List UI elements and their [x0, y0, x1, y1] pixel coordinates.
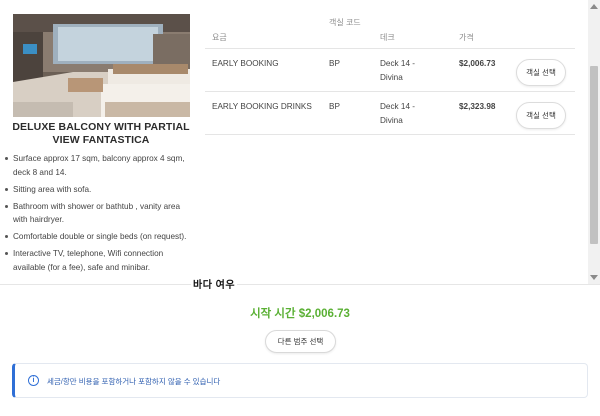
fare-name: EARLY BOOKING	[212, 59, 279, 68]
select-other-category-button[interactable]: 다른 범주 선택	[265, 330, 336, 353]
cabin-code: BP	[329, 59, 340, 68]
fare-table-header: 요금 객실 코드 데크 가격	[205, 14, 575, 49]
select-cabin-button[interactable]: 객실 선택	[516, 102, 566, 129]
deck-name: Deck 14 - Divina	[380, 102, 416, 125]
fare-price: $2,006.73	[459, 59, 496, 68]
cabin-feature-item: Surface approx 17 sqm, balcony approx 4 …	[5, 152, 195, 179]
tax-notice: i 세금/항만 비용을 포함하거나 포함하지 않을 수 있습니다	[12, 363, 588, 398]
scroll-down-arrow-icon[interactable]	[590, 275, 598, 280]
fare-name: EARLY BOOKING DRINKS	[212, 102, 312, 111]
vertical-scrollbar[interactable]	[588, 0, 600, 284]
tax-notice-text: 세금/항만 비용을 포함하거나 포함하지 않을 수 있습니다	[47, 377, 221, 386]
cabin-feature-item: Interactive TV, telephone, Wifi connecti…	[5, 247, 195, 274]
ocean-label: 바다 여우	[191, 276, 238, 291]
fare-row: EARLY BOOKING DRINKS BP Deck 14 - Divina…	[205, 92, 575, 135]
fare-table: 요금 객실 코드 데크 가격 EARLY BOOKING BP Deck 14 …	[205, 14, 575, 135]
header-fare: 요금	[212, 33, 227, 42]
scroll-up-arrow-icon[interactable]	[590, 4, 598, 9]
cabin-feature-item: Sitting area with sofa.	[5, 183, 195, 197]
cabin-title: DELUXE BALCONY WITH PARTIAL VIEW FANTAST…	[12, 121, 190, 146]
cabin-code: BP	[329, 102, 340, 111]
fare-price: $2,323.98	[459, 102, 496, 111]
cabin-photo	[13, 14, 190, 117]
info-icon: i	[28, 375, 39, 386]
deck-name: Deck 14 - Divina	[380, 59, 416, 82]
cabin-feature-item: Comfortable double or single beds (on re…	[5, 230, 195, 244]
cabin-feature-item: Bathroom with shower or bathtub , vanity…	[5, 200, 195, 227]
fare-row: EARLY BOOKING BP Deck 14 - Divina $2,006…	[205, 49, 575, 92]
select-cabin-button[interactable]: 객실 선택	[516, 59, 566, 86]
cabin-feature-list: Surface approx 17 sqm, balcony approx 4 …	[5, 152, 195, 278]
header-price: 가격	[459, 33, 474, 42]
cabin-photo-illustration	[13, 14, 190, 117]
start-price: 시작 시간 $2,006.73	[250, 308, 350, 320]
header-cabin-code: 객실 코드	[329, 18, 361, 27]
footer-divider	[0, 284, 600, 285]
header-deck: 데크	[380, 33, 395, 42]
cabin-scroll-region[interactable]: DELUXE BALCONY WITH PARTIAL VIEW FANTAST…	[0, 0, 600, 284]
scrollbar-thumb[interactable]	[590, 66, 598, 244]
